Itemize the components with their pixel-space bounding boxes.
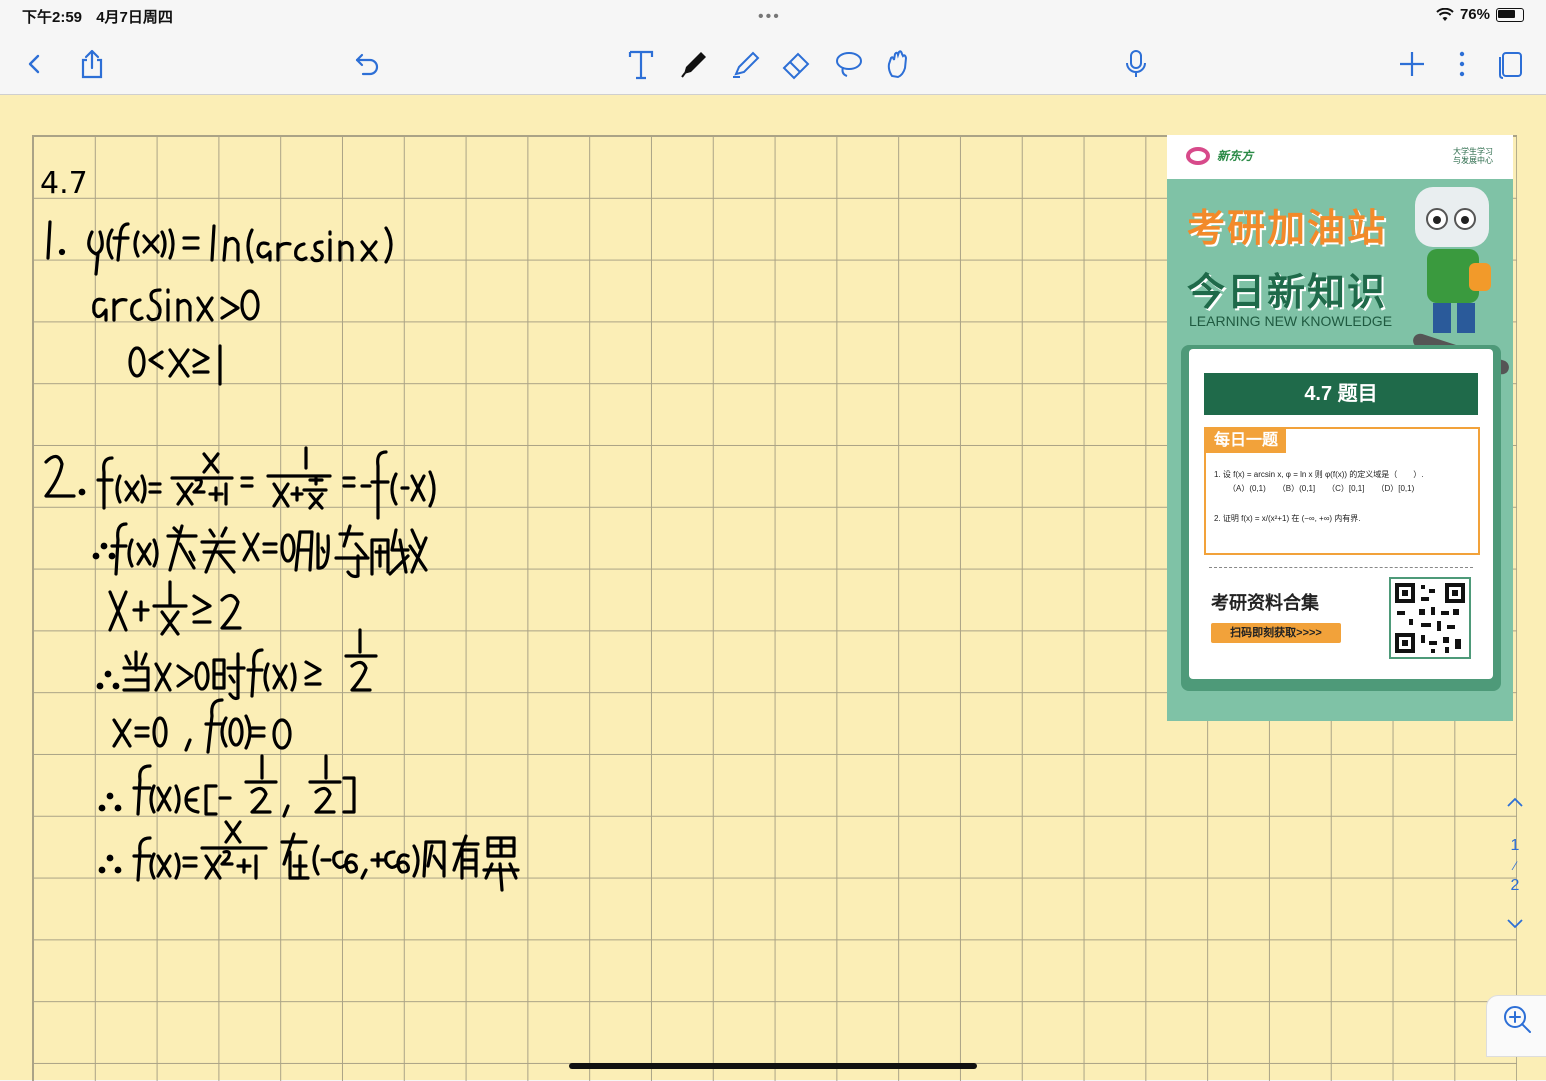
more-icon[interactable] xyxy=(1444,46,1480,82)
highlighter-icon[interactable] xyxy=(728,46,764,82)
daily-question-box: 每日一题 1. 设 f(x) = arcsin x, φ = ln x 则 φ(… xyxy=(1204,427,1480,555)
poster-header: 新东方 大学生学习 与发展中心 xyxy=(1167,135,1513,179)
question-card: 4.7 题目 每日一题 1. 设 f(x) = arcsin x, φ = ln… xyxy=(1181,345,1501,691)
poster-subtitle: LEARNING NEW KNOWLEDGE xyxy=(1189,313,1393,329)
home-indicator[interactable] xyxy=(569,1063,977,1069)
total-pages: 2 xyxy=(1510,877,1520,894)
scan-label: 扫码即刻获取>>>> xyxy=(1211,623,1341,643)
page-navigator: 1 ⁄ 2 xyxy=(1502,795,1528,935)
divider xyxy=(1209,567,1473,568)
current-page: 1 xyxy=(1510,837,1520,854)
status-right: 76% xyxy=(1436,6,1524,23)
text-tool-icon[interactable] xyxy=(623,46,659,82)
multitask-dots-icon[interactable]: ••• xyxy=(758,8,781,26)
page-down-icon[interactable] xyxy=(1502,917,1528,935)
question-card-inner: 4.7 题目 每日一题 1. 设 f(x) = arcsin x, φ = ln… xyxy=(1189,349,1493,679)
add-icon[interactable] xyxy=(1394,46,1430,82)
pasted-poster-image[interactable]: 新东方 大学生学习 与发展中心 考研加油站 今日新知识 LEARNING NEW… xyxy=(1167,135,1513,721)
microphone-icon[interactable] xyxy=(1118,46,1154,82)
wifi-icon xyxy=(1436,7,1454,21)
hand-icon[interactable] xyxy=(881,46,917,82)
battery-icon xyxy=(1496,7,1524,22)
university-logo-icon xyxy=(1186,147,1210,165)
daily-question-tag: 每日一题 xyxy=(1206,429,1286,453)
poster-title-1: 考研加油站 xyxy=(1187,208,1388,250)
question-2: 2. 证明 f(x) = x/(x²+1) 在 (−∞, +∞) 内有界. xyxy=(1214,514,1361,523)
handwriting[interactable] xyxy=(0,0,560,900)
zoom-button[interactable] xyxy=(1486,995,1546,1057)
pen-icon[interactable] xyxy=(676,46,712,82)
brand-right-text: 大学生学习 与发展中心 xyxy=(1453,147,1493,165)
question-1-options: （A）(0,1) （B）(0,1] （C）[0,1] （D）[0,1) xyxy=(1228,484,1415,493)
pages-icon[interactable] xyxy=(1493,46,1529,82)
battery-percent: 76% xyxy=(1459,6,1490,23)
lasso-icon[interactable] xyxy=(831,46,867,82)
qr-code xyxy=(1389,577,1471,659)
eraser-icon[interactable] xyxy=(779,46,815,82)
question-banner: 4.7 题目 xyxy=(1204,373,1478,415)
brand-logo: 新东方 xyxy=(1217,149,1254,163)
page-up-icon[interactable] xyxy=(1502,795,1528,819)
poster-title-2: 今日新知识 xyxy=(1187,272,1388,314)
question-1: 1. 设 f(x) = arcsin x, φ = ln x 则 φ(f(x))… xyxy=(1214,470,1424,479)
materials-heading: 考研资料合集 xyxy=(1211,593,1319,613)
page-separator: ⁄ xyxy=(1513,859,1516,873)
zoom-in-icon xyxy=(1504,1006,1531,1033)
